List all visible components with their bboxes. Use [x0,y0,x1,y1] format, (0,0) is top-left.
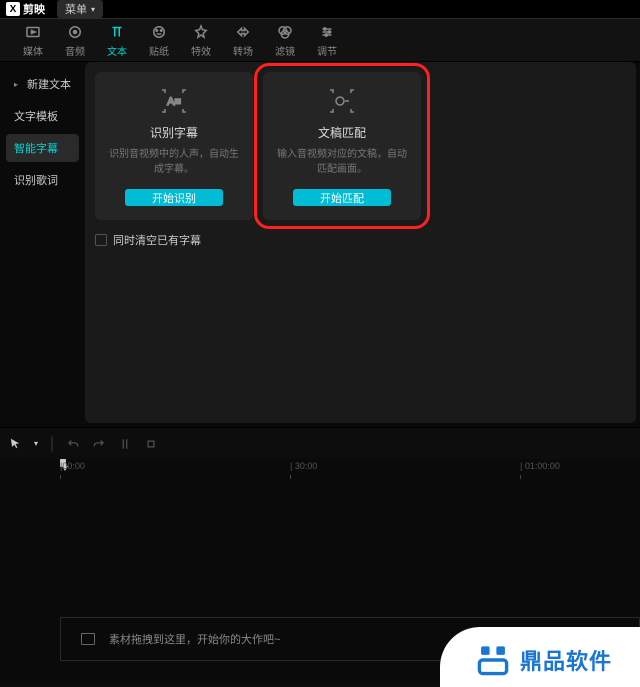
svg-text:A≡: A≡ [167,96,181,108]
script-match-icon [322,86,362,116]
card-script-match: 文稿匹配 输入音视频对应的文稿，自动匹配画面。 开始匹配 [263,72,421,220]
toolbar-tabs: 媒体 音频 文本 贴纸 特效 转场 滤镜 调节 [0,18,640,62]
filter-icon [276,23,294,41]
main-panel: ▸ 新建文本 文字模板 智能字幕 识别歌词 A≡ 识别字幕 识别音视频中的人声，… [0,62,640,427]
expand-icon: ▸ [14,80,18,89]
watermark-text: 鼎品软件 [520,644,612,676]
adjust-icon [318,23,336,41]
sidebar-item-template[interactable]: 文字模板 [6,102,79,130]
clip-icon [81,633,95,645]
timeline-toolbar: ▾ | [0,427,640,459]
sidebar-item-label: 智能字幕 [14,140,58,156]
tab-label: 贴纸 [149,43,169,58]
tab-sticker[interactable]: 贴纸 [138,23,180,58]
subtitle-icon: A≡ [154,86,194,116]
card-desc: 输入音视频对应的文稿，自动匹配画面。 [273,147,411,177]
tab-audio[interactable]: 音频 [54,23,96,58]
transition-icon [234,23,252,41]
tab-label: 滤镜 [275,43,295,58]
app-logo: X 剪映 [6,1,45,17]
tab-label: 调节 [317,43,337,58]
watermark: 鼎品软件 [440,627,640,687]
watermark-icon [476,643,510,677]
tab-filter[interactable]: 滤镜 [264,23,306,58]
checkbox-label: 同时清空已有字幕 [113,232,201,248]
sidebar-item-new-text[interactable]: ▸ 新建文本 [6,70,79,98]
track-placeholder-text: 素材拖拽到这里，开始你的大作吧~ [109,631,280,647]
card-title: 文稿匹配 [318,124,366,141]
ruler-mark: | 30:00 [290,461,317,471]
cursor-tool[interactable] [8,437,22,451]
menu-label: 菜单 [65,1,87,17]
text-icon [108,23,126,41]
sidebar-item-label: 识别歌词 [14,172,58,188]
tab-effects[interactable]: 特效 [180,23,222,58]
redo-button[interactable] [92,437,106,451]
sticker-icon [150,23,168,41]
card-title: 识别字幕 [150,124,198,141]
ruler-mark: | 01:00:00 [520,461,560,471]
tab-media[interactable]: 媒体 [12,23,54,58]
checkbox-icon[interactable] [95,234,107,246]
sidebar-item-lyrics[interactable]: 识别歌词 [6,166,79,194]
effects-icon [192,23,210,41]
tab-label: 特效 [191,43,211,58]
sidebar-item-label: 新建文本 [27,76,71,92]
audio-icon [66,23,84,41]
media-icon [24,23,42,41]
sidebar-item-smart-subtitle[interactable]: 智能字幕 [6,134,79,162]
sidebar: ▸ 新建文本 文字模板 智能字幕 识别歌词 [0,62,85,427]
undo-button[interactable] [66,437,80,451]
ruler-mark: |00:00 [60,461,85,471]
clear-subtitle-checkbox-row[interactable]: 同时清空已有字幕 [95,232,626,248]
logo-icon: X [6,2,20,16]
content-area: A≡ 识别字幕 识别音视频中的人声，自动生成字幕。 开始识别 文稿匹配 输入音视… [85,62,636,423]
tab-text[interactable]: 文本 [96,23,138,58]
tab-label: 媒体 [23,43,43,58]
chevron-down-icon: ▾ [91,5,95,14]
titlebar: X 剪映 菜单 ▾ [0,0,640,18]
cursor-dropdown-icon[interactable]: ▾ [34,439,38,448]
separator: | [50,435,54,453]
tab-label: 音频 [65,43,85,58]
delete-button[interactable] [144,437,158,451]
card-recognize-subtitle: A≡ 识别字幕 识别音视频中的人声，自动生成字幕。 开始识别 [95,72,253,220]
start-match-button[interactable]: 开始匹配 [293,189,391,206]
tab-transition[interactable]: 转场 [222,23,264,58]
menu-dropdown[interactable]: 菜单 ▾ [57,0,103,18]
split-button[interactable] [118,437,132,451]
tab-label: 转场 [233,43,253,58]
card-desc: 识别音视频中的人声，自动生成字幕。 [105,147,243,177]
tab-label: 文本 [107,43,127,58]
tab-adjust[interactable]: 调节 [306,23,348,58]
start-recognize-button[interactable]: 开始识别 [125,189,223,206]
app-name: 剪映 [23,1,45,17]
cards-row: A≡ 识别字幕 识别音视频中的人声，自动生成字幕。 开始识别 文稿匹配 输入音视… [95,72,626,220]
timeline-ruler[interactable]: |00:00 | 30:00 | 01:00:00 [0,459,640,481]
sidebar-item-label: 文字模板 [14,108,58,124]
